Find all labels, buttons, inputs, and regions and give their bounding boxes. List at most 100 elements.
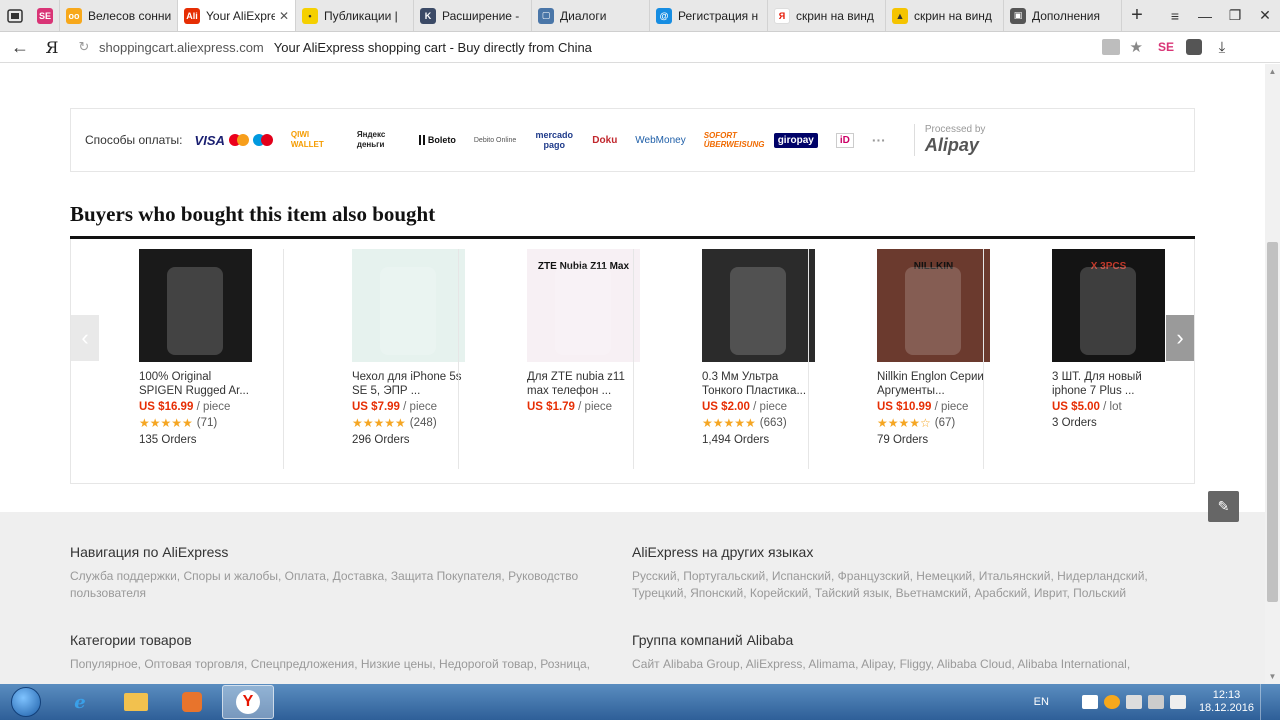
start-button[interactable] — [0, 684, 52, 720]
yandex-browser-taskbar-icon[interactable]: Y — [222, 685, 274, 719]
browser-tab[interactable]: oo Велесов сонни — [60, 0, 178, 31]
yandex-logo[interactable]: Я — [40, 38, 64, 57]
carousel-prev-button[interactable]: ‹ — [71, 315, 99, 361]
carousel-next-button[interactable]: › — [1166, 315, 1194, 361]
savefrom-extension-icon[interactable]: SE — [1152, 40, 1180, 54]
url-field[interactable]: ↻ shoppingcart.aliexpress.com Your AliEx… — [72, 35, 1152, 59]
footer-categories-links[interactable]: Популярное, Оптовая торговля, Спецпредло… — [70, 656, 600, 673]
close-window-button[interactable]: ✕ — [1250, 7, 1280, 24]
payment-methods-bar: Способы оплаты: VISA QIWI WALLET Яндекс … — [70, 108, 1195, 172]
system-clock[interactable]: 12:13 18.12.2016 — [1199, 689, 1254, 715]
tab-label: скрин на винд — [796, 8, 874, 23]
tab-label: Дополнения — [1032, 8, 1100, 23]
clock-time: 12:13 — [1212, 689, 1241, 701]
protect-icon[interactable] — [1101, 39, 1120, 55]
browser-tab[interactable]: ▣ Дополнения — [1004, 0, 1122, 31]
product-image[interactable] — [139, 249, 252, 362]
product-title[interactable]: 0.3 Мм Ультра Тонкого Пластика... — [702, 370, 820, 398]
tray-flag-icon[interactable] — [1081, 695, 1098, 709]
tray-app-icon[interactable] — [1103, 695, 1120, 709]
edit-pencil-button[interactable]: ✎ — [1208, 491, 1239, 522]
tray-battery-icon[interactable] — [1147, 695, 1164, 709]
browser-tab[interactable]: ▲ скрин на винд — [886, 0, 1004, 31]
review-count[interactable]: (71) — [197, 417, 217, 429]
browser-tab[interactable]: K Расширение - — [414, 0, 532, 31]
product-card[interactable]: ZTE Nubia Z11 Max Для ZTE nubia z11 max т… — [458, 249, 640, 469]
review-count[interactable]: (67) — [935, 417, 955, 429]
rating-stars-icon: ★★★★★ — [702, 416, 756, 430]
windows-taskbar: e Y EN 12:13 18.12.2016 — [0, 684, 1280, 720]
product-image[interactable]: ZTE Nubia Z11 Max — [527, 249, 640, 362]
product-title[interactable]: Чехол для iPhone 5s SE 5, ЭПР ... — [352, 370, 470, 398]
browser-tab[interactable]: SE — [30, 0, 60, 31]
language-indicator[interactable]: EN — [1034, 696, 1049, 708]
browser-tab[interactable]: ▢ Диалоги — [532, 0, 650, 31]
price-unit: / piece — [934, 401, 969, 413]
product-image[interactable]: X 3PCS — [1052, 249, 1165, 362]
alipay-logo: Alipay — [924, 135, 979, 155]
scroll-down-icon[interactable]: ▼ — [1265, 669, 1280, 684]
price-amount: US $2.00 — [702, 401, 750, 413]
product-image[interactable] — [352, 249, 465, 362]
rating-stars-icon: ★★★★★ — [139, 416, 193, 430]
scroll-up-icon[interactable]: ▲ — [1265, 64, 1280, 79]
tray-volume-icon[interactable] — [1169, 695, 1186, 709]
footer-group-links[interactable]: Сайт Alibaba Group, AliExpress, Alimama,… — [632, 656, 1162, 673]
back-button[interactable]: ← — [0, 37, 40, 58]
restore-button[interactable]: ❐ — [1220, 7, 1250, 24]
extension-icon[interactable] — [1180, 39, 1208, 55]
review-count[interactable]: (248) — [410, 417, 437, 429]
more-payments-icon[interactable]: ··· — [872, 132, 886, 148]
debito-online-logo: Debito Online — [473, 136, 517, 144]
browser-tab[interactable]: • Публикации | — [296, 0, 414, 31]
product-rating: ★★★★★ (71) — [139, 416, 283, 430]
product-title[interactable]: 3 ШТ. Для новый iphone 7 Plus ... — [1052, 370, 1170, 398]
tab-close-icon[interactable]: ✕ — [275, 9, 289, 23]
footer-nav-links[interactable]: Служба поддержки, Споры и жалобы, Оплата… — [70, 568, 600, 602]
product-card[interactable]: NILLKIN Nillkin Englon Серии Аргументы...… — [808, 249, 990, 469]
page-scrollbar[interactable]: ▲ ▼ — [1265, 64, 1280, 684]
product-card[interactable]: Чехол для iPhone 5s SE 5, ЭПР ... US $7.9… — [283, 249, 465, 469]
product-price: US $5.00 / lot — [1052, 401, 1158, 413]
footer: Навигация по AliExpress Служба поддержки… — [0, 512, 1265, 684]
browser-tab[interactable]: Яскрин на винд — [768, 0, 886, 31]
review-count[interactable]: (663) — [760, 417, 787, 429]
media-player-icon[interactable] — [166, 685, 218, 719]
browser-tab[interactable]: Ali Your AliExpre ✕ — [178, 0, 296, 31]
bookmark-star-icon[interactable]: ★ — [1130, 38, 1143, 56]
product-rating: ★★★★★ (663) — [702, 416, 808, 430]
tab-favicon-icon: ▣ — [1010, 7, 1026, 24]
rating-stars-icon: ★★★★☆ — [877, 416, 931, 430]
product-image[interactable]: NILLKIN — [877, 249, 990, 362]
price-unit: / piece — [403, 401, 438, 413]
reload-icon[interactable]: ↻ — [73, 39, 95, 55]
tray-network-icon[interactable] — [1125, 695, 1142, 709]
product-carousel: 100% Original SPIGEN Rugged Ar... US $16.… — [70, 239, 1195, 484]
price-amount: US $16.99 — [139, 401, 194, 413]
product-orders: 296 Orders — [352, 434, 410, 446]
minimize-button[interactable]: — — [1190, 8, 1220, 24]
new-tab-button[interactable]: + — [1122, 0, 1152, 31]
footer-nav-title: Навигация по AliExpress — [70, 544, 229, 560]
scrollbar-thumb[interactable] — [1267, 242, 1278, 602]
product-card[interactable]: X 3PCS 3 ШТ. Для новый iphone 7 Plus ... U… — [983, 249, 1165, 469]
product-card[interactable]: 0.3 Мм Ультра Тонкого Пластика... US $2.0… — [633, 249, 815, 469]
price-unit: / piece — [753, 401, 788, 413]
footer-lang-links[interactable]: Русский, Португальский, Испанский, Франц… — [632, 568, 1162, 602]
product-image[interactable] — [702, 249, 815, 362]
alipay-processed: Processed by Alipay — [913, 124, 985, 156]
file-explorer-icon[interactable] — [110, 685, 162, 719]
browser-tab[interactable]: @ Регистрация н — [650, 0, 768, 31]
product-card[interactable]: 100% Original SPIGEN Rugged Ar... US $16.… — [71, 249, 283, 469]
product-title[interactable]: 100% Original SPIGEN Rugged Ar... — [139, 370, 257, 398]
browser-menu-icon[interactable]: ≡ — [1160, 8, 1190, 24]
price-unit: / piece — [578, 401, 613, 413]
system-tray: EN 12:13 18.12.2016 — [1034, 684, 1280, 720]
downloads-icon[interactable]: ⤓ — [1208, 39, 1236, 56]
tab-overview-icon[interactable] — [0, 0, 30, 31]
footer-categories-title: Категории товаров — [70, 632, 192, 648]
show-desktop-button[interactable] — [1260, 684, 1272, 720]
product-title[interactable]: Nillkin Englon Серии Аргументы... — [877, 370, 995, 398]
product-title[interactable]: Для ZTE nubia z11 max телефон ... — [527, 370, 645, 398]
internet-explorer-icon[interactable]: e — [54, 685, 106, 719]
